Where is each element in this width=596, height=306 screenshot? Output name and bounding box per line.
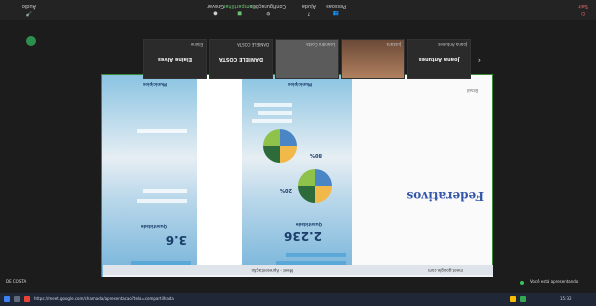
- leaflet-label: Municípios: [142, 82, 167, 87]
- share-icon: ■: [237, 10, 242, 16]
- leaflet-right: 3.6 Quantidade Municípios: [102, 75, 197, 283]
- leaflet-text: [252, 119, 292, 123]
- participant-name: Elaine Alves: [157, 56, 193, 62]
- gear-icon: ⚙: [265, 10, 271, 16]
- toolbar-item[interactable]: 👥 Pessoas: [326, 3, 346, 16]
- meeting-window: Federativos Brasil 2.236 Quantidade 20% …: [0, 0, 596, 306]
- leaflet-left: 2.236 Quantidade 20% 80% Municípios: [242, 75, 352, 283]
- leave-button[interactable]: ⏻ Sair: [578, 3, 588, 16]
- tab-label[interactable]: Meet - Apresentação: [252, 268, 293, 273]
- leaflet-big-number: 3.6: [165, 233, 187, 247]
- leaflet-text: [254, 103, 292, 107]
- status-text: Você está apresentando: [530, 279, 579, 284]
- meeting-toolbar: 👥 Pessoas ? Ajuda ⚙ Configurações ■ Comparti…: [0, 0, 596, 20]
- leaflet-row: [286, 253, 346, 257]
- participant-video[interactable]: Leandro Costa: [275, 39, 339, 79]
- participant-label: Joana Antunes: [438, 42, 467, 47]
- participant-name: DANIELE COSTA: [218, 56, 264, 62]
- participant-tile[interactable]: Joana Antunes Joana Antunes: [407, 39, 471, 79]
- people-icon: 👥: [332, 10, 340, 16]
- exit-icon: ⏻: [581, 10, 586, 16]
- slide-panel: Federativos Brasil: [352, 75, 492, 283]
- pct-label: 80%: [310, 152, 322, 158]
- folder-icon[interactable]: [510, 296, 516, 302]
- leaflet-sub: Quantidade: [295, 222, 322, 227]
- leaflet-text: [137, 199, 187, 203]
- search-icon[interactable]: [14, 296, 20, 302]
- tab-strip: meet.google.com Meet - Apresentação: [103, 265, 493, 275]
- leaflet-text: [143, 189, 187, 193]
- pie-chart: [263, 129, 297, 163]
- participant-tile[interactable]: DANIELE COSTA DANIELE COSTA: [209, 39, 273, 79]
- toolbar-item[interactable]: ■ Compartilhar: [223, 3, 256, 16]
- connection-icon: [520, 281, 524, 285]
- participant-video[interactable]: Jussara: [341, 39, 405, 79]
- security-shield-icon[interactable]: [26, 36, 36, 46]
- leaflet-text: [258, 111, 292, 115]
- participant-label: DANIELE COSTA: [237, 42, 269, 47]
- chevron-left-icon[interactable]: ‹: [478, 56, 481, 65]
- taskbar-url[interactable]: https://meet.google.com/chamada/apresent…: [34, 296, 174, 301]
- participant-name: Joana Antunes: [418, 56, 460, 62]
- participant-tile[interactable]: Elaine Alves Elaine: [143, 39, 207, 79]
- address-bar[interactable]: meet.google.com: [428, 268, 463, 273]
- leaflet-text: [137, 129, 187, 133]
- sheets-icon[interactable]: [520, 296, 526, 302]
- record-icon: ●: [213, 10, 218, 16]
- participant-strip: ‹ Joana Antunes Joana Antunes Jussara Le…: [103, 39, 483, 79]
- mic-icon: 🎤: [25, 10, 33, 16]
- help-icon: ?: [307, 10, 311, 16]
- pct-label: 20%: [280, 187, 292, 193]
- participant-label: Leandro Costa: [306, 42, 335, 47]
- participant-label: Elaine: [190, 42, 203, 47]
- clock: 15:32: [560, 296, 572, 301]
- chrome-icon[interactable]: [24, 296, 30, 302]
- leaflet-big-number: 2.236: [284, 229, 322, 243]
- slide-header: Brasil: [466, 88, 478, 93]
- participant-label: Jussara: [386, 42, 401, 47]
- toolbar-item[interactable]: ● Gravar: [207, 3, 224, 16]
- slide-title: Federativos: [406, 189, 484, 203]
- start-icon[interactable]: [4, 296, 10, 302]
- toolbar-item[interactable]: 🎤 Áudio: [22, 3, 36, 16]
- self-name: DE COSTA: [6, 279, 27, 284]
- leaflet-sub: Quantidade: [140, 224, 167, 229]
- status-line: DE COSTA Você está apresentando: [0, 277, 596, 293]
- leaflet-label: Municípios: [287, 82, 312, 87]
- shared-screen: Federativos Brasil 2.236 Quantidade 20% …: [101, 74, 493, 284]
- toolbar-item[interactable]: ? Ajuda: [302, 3, 316, 16]
- os-taskbar: https://meet.google.com/chamada/apresent…: [0, 293, 596, 306]
- pie-chart: [298, 169, 332, 203]
